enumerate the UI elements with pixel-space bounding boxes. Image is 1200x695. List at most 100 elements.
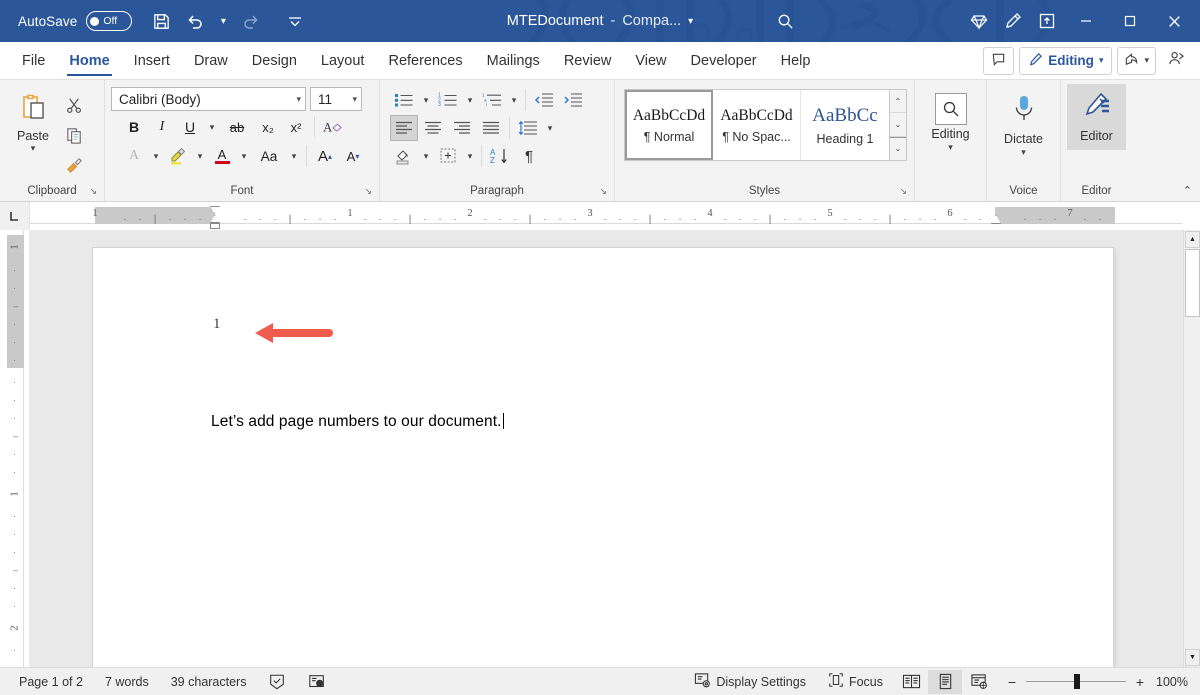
quick-access-more-icon[interactable] [278,4,312,38]
editing-mode-button[interactable]: Editing ▾ [1019,47,1112,75]
redo-icon[interactable] [234,4,268,38]
collapse-ribbon-icon[interactable]: ⌃ [1183,184,1192,197]
shrink-font-button[interactable]: A▾ [340,143,366,169]
superscript-button[interactable]: x² [283,114,309,140]
style-heading-1[interactable]: AaBbCс Heading 1 [801,90,889,160]
tab-references[interactable]: References [376,42,474,79]
increase-indent-icon[interactable] [559,87,587,113]
dictate-button[interactable]: Dictate ▾ [993,87,1054,156]
styles-scroll-up-icon[interactable]: ⌃ [890,90,906,113]
spell-check-icon[interactable] [257,671,297,693]
zoom-out-button[interactable]: − [1006,674,1018,690]
tab-developer[interactable]: Developer [679,42,769,79]
text-effects-button[interactable]: A [121,143,147,169]
designer-pen-icon[interactable] [996,4,1030,38]
multilevel-caret-icon[interactable]: ▾ [507,87,521,113]
save-icon[interactable] [144,4,178,38]
close-button[interactable] [1152,0,1196,42]
undo-icon[interactable] [178,4,212,38]
title-dropdown-caret-icon[interactable]: ▾ [688,16,693,27]
bold-button[interactable]: B [121,114,147,140]
line-spacing-caret-icon[interactable]: ▾ [543,115,557,141]
document-page[interactable]: 1 Let’s add page numbers to our document… [93,248,1113,667]
highlight-caret-icon[interactable]: ▾ [193,143,207,169]
search-icon[interactable] [768,4,802,38]
autosave-toggle[interactable]: Off [86,11,132,31]
editing-find-button[interactable]: Editing ▾ [921,87,980,151]
font-color-button[interactable]: A [209,143,235,169]
decrease-indent-icon[interactable] [530,87,558,113]
zoom-slider-thumb[interactable] [1074,674,1080,689]
show-formatting-marks-button[interactable]: ¶ [515,143,543,169]
print-layout-icon[interactable] [928,670,962,694]
grow-font-button[interactable]: A▴ [312,143,338,169]
styles-more-icon[interactable]: ⌄ [890,137,906,160]
zoom-in-button[interactable]: + [1134,674,1146,690]
paste-caret-icon[interactable]: ▾ [31,144,36,152]
undo-dropdown-caret-icon[interactable]: ▾ [212,4,234,38]
microsoft-365-diamond-icon[interactable] [962,4,996,38]
text-highlight-icon[interactable] [165,143,191,169]
dictate-caret-icon[interactable]: ▾ [1021,148,1026,156]
scrollbar-thumb[interactable] [1185,249,1200,317]
tab-layout[interactable]: Layout [309,42,377,79]
style-no-spacing[interactable]: AaBbCcDd ¶ No Spac... [713,90,801,160]
editor-button[interactable]: Editor [1067,84,1126,150]
justify-icon[interactable] [477,115,505,141]
font-size-caret-icon[interactable]: ▾ [352,94,357,105]
copy-icon[interactable] [60,122,88,148]
horizontal-ruler[interactable]: 1 · · | · · · · · · | · · · 1 · · · | · … [30,202,1200,230]
tab-view[interactable]: View [623,42,678,79]
numbering-caret-icon[interactable]: ▾ [463,87,477,113]
vertical-scrollbar[interactable]: ▲ ▼ [1183,230,1200,667]
zoom-slider-track[interactable] [1026,681,1126,683]
tab-draw[interactable]: Draw [182,42,240,79]
minimize-button[interactable] [1064,0,1108,42]
align-right-icon[interactable] [448,115,476,141]
font-name-caret-icon[interactable]: ▾ [296,94,301,105]
document-canvas[interactable]: 1 Let’s add page numbers to our document… [30,230,1183,667]
web-layout-icon[interactable] [962,670,996,694]
word-count[interactable]: 7 words [94,671,160,693]
align-left-icon[interactable] [390,115,418,141]
shading-icon[interactable] [390,143,418,169]
share-button[interactable]: ▾ [1117,47,1156,75]
document-body-text[interactable]: Let’s add page numbers to our document. [211,413,504,431]
numbered-list-icon[interactable]: 1 2 3 [434,87,462,113]
sort-icon[interactable]: A Z [486,143,514,169]
tab-help[interactable]: Help [769,42,823,79]
font-color-caret-icon[interactable]: ▾ [237,143,251,169]
clipboard-dialog-launcher[interactable]: ↘ [89,186,97,197]
bullet-list-icon[interactable] [390,87,418,113]
tab-mailings[interactable]: Mailings [475,42,552,79]
comments-button[interactable] [983,47,1014,75]
page-number-field[interactable]: 1 [213,316,221,333]
display-settings-button[interactable]: Display Settings [683,671,817,693]
text-effects-caret-icon[interactable]: ▾ [149,143,163,169]
share-caret-icon[interactable]: ▾ [1144,55,1149,66]
left-tab-stop-icon[interactable] [0,202,30,230]
ribbon-display-options-icon[interactable] [1030,4,1064,38]
maximize-button[interactable] [1108,0,1152,42]
focus-button[interactable]: Focus [817,671,894,693]
line-spacing-icon[interactable] [514,115,542,141]
tab-design[interactable]: Design [240,42,309,79]
scissors-icon[interactable] [60,92,88,118]
font-name-combo[interactable]: Calibri (Body) ▾ [111,87,306,111]
italic-button[interactable]: I [149,114,175,140]
change-case-button[interactable]: Aa [253,143,285,169]
coauthor-button[interactable] [1161,47,1191,75]
format-painter-icon[interactable] [60,152,88,178]
editing-caret-icon[interactable]: ▾ [1099,55,1104,66]
tab-insert[interactable]: Insert [122,42,182,79]
styles-dialog-launcher[interactable]: ↘ [899,186,907,197]
underline-caret-icon[interactable]: ▾ [205,114,219,140]
align-center-icon[interactable] [419,115,447,141]
font-dialog-launcher[interactable]: ↘ [364,186,372,197]
editing-button-caret-icon[interactable]: ▾ [948,143,953,151]
zoom-level-label[interactable]: 100% [1154,675,1192,689]
scroll-down-button[interactable]: ▼ [1185,649,1200,666]
tab-review[interactable]: Review [552,42,624,79]
left-indent-marker[interactable] [210,223,220,229]
tab-home[interactable]: Home [57,42,121,79]
